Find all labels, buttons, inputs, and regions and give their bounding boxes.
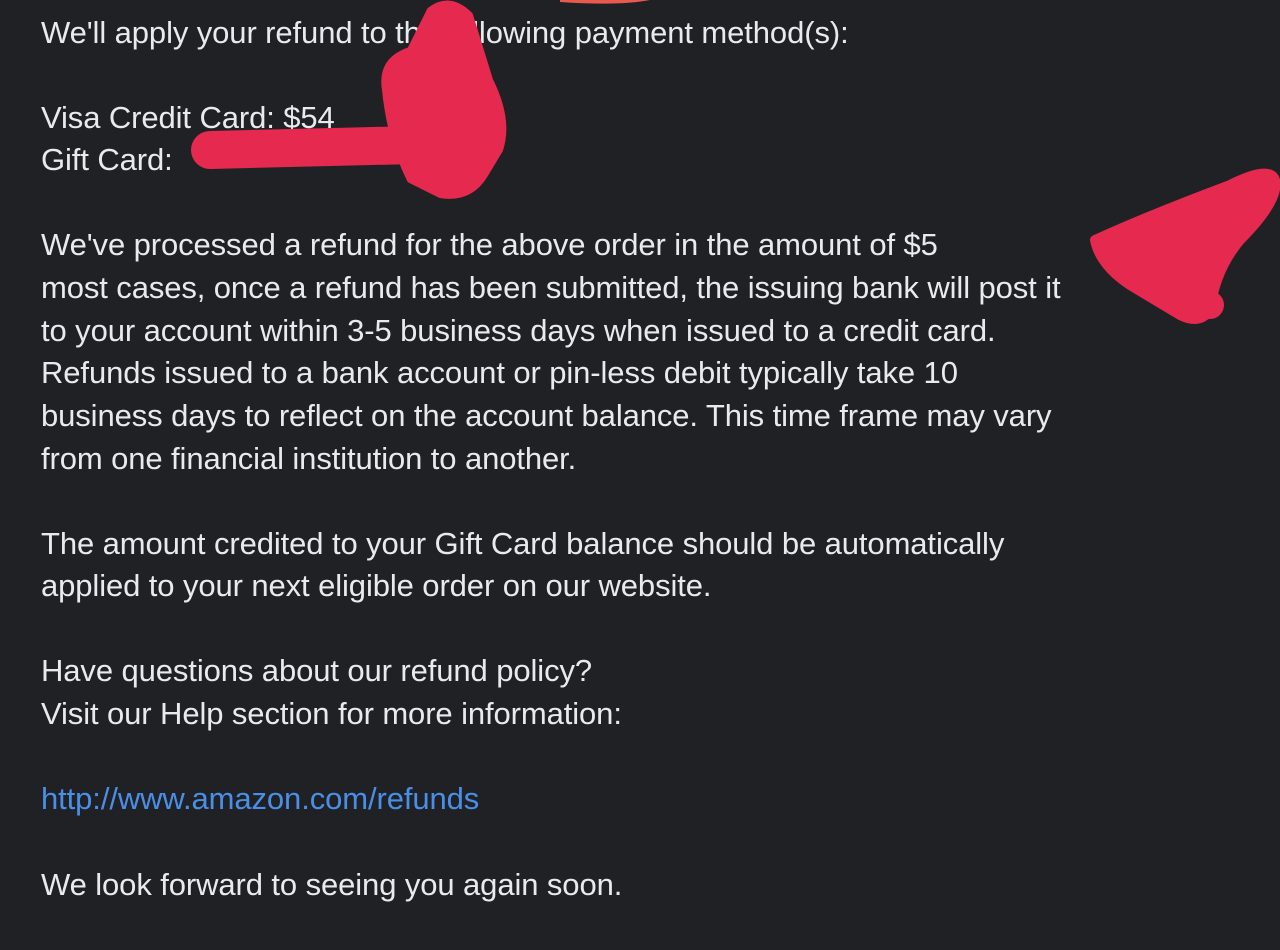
- processed-line: We've processed a refund for the above o…: [41, 227, 938, 262]
- gift-note-line: The amount credited to your Gift Card ba…: [41, 526, 1005, 561]
- questions-line: Have questions about our refund policy?: [41, 653, 593, 688]
- refund-intro: We'll apply your refund to the following…: [41, 15, 849, 50]
- processed-line: Refunds issued to a bank account or pin-…: [41, 355, 958, 390]
- processed-line: business days to reflect on the account …: [41, 398, 1052, 433]
- questions-line: Visit our Help section for more informat…: [41, 696, 622, 731]
- closing-line: We look forward to seeing you again soon…: [41, 867, 623, 902]
- processed-line: most cases, once a refund has been submi…: [41, 270, 1061, 305]
- gift-note-line: applied to your next eligible order on o…: [41, 568, 712, 603]
- redaction-horizontal: [191, 126, 434, 169]
- gift-card-refund-line: Gift Card:: [41, 142, 173, 177]
- processed-line: to your account within 3-5 business days…: [41, 313, 996, 348]
- redaction-top-edge: [560, 0, 650, 4]
- processed-line: from one financial institution to anothe…: [41, 441, 577, 476]
- help-refunds-link[interactable]: http://www.amazon.com/refunds: [41, 781, 479, 816]
- redaction-right: [1090, 168, 1280, 324]
- visa-refund-line: Visa Credit Card: $54: [41, 100, 335, 135]
